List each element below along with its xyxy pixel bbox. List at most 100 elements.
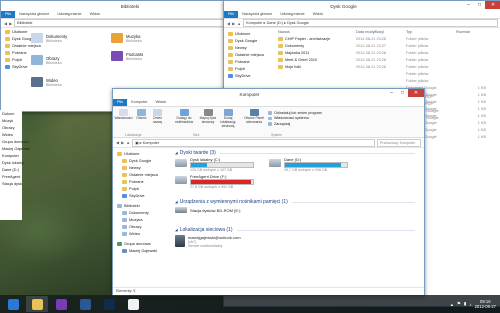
back-arrow-icon[interactable]: ◀ [227,21,230,26]
nav-item[interactable]: FreeAgent [0,173,22,180]
nav-item[interactable]: Pulpit [1,56,23,63]
toolbar-button[interactable]: Zmień nazwę [149,109,166,125]
computer-window[interactable]: Komputer – □ ✕ Plik Komputer Widok Właściw… [112,88,425,296]
ribbon-tab-2[interactable]: Udostępnianie [53,11,85,18]
taskbar-button[interactable] [2,296,24,312]
ribbon-tab-1[interactable]: Narzędzia główne [238,11,276,18]
file-row[interactable]: Folder plików [278,70,500,77]
google-drive-address-bar[interactable]: ◀ ▶ ▲ Komputer ▸ Dane (D:) ▸ Dysk Google [224,19,500,28]
ribbon-tab-2[interactable]: Udostępnianie [276,11,308,18]
forward-arrow-icon[interactable]: ▶ [232,21,235,26]
nav-item[interactable]: Komputer [0,152,22,159]
file-row[interactable]: Dokumenty 2012-08-21 23:27 Folder plików [278,42,500,49]
system-link[interactable]: Zarządzaj [268,121,322,127]
column-header[interactable]: Nazwa [278,30,356,34]
ribbon-tab-1[interactable]: Komputer [127,99,151,106]
nav-item[interactable]: Pobrane [224,58,276,65]
taskbar-button[interactable] [50,296,72,312]
nav-item[interactable]: Ostatnie miejsca [113,171,171,178]
file-row[interactable]: Moje folki 2012-08-21 23:28 Folder plików [278,63,500,70]
maximize-icon[interactable]: □ [474,1,485,9]
section-header[interactable]: ◢ Urządzenia z wymiennymi nośnikami pamię… [175,199,415,205]
toolbar-button[interactable]: Mapuj dysk sieciowy [197,109,219,125]
taskbar-button[interactable] [74,296,96,312]
nav-item[interactable]: Ostatnie miejsca [1,42,41,49]
nav-item[interactable]: Muzyk [0,117,22,124]
drive-tile[interactable]: Dysk lokalny (C:) 125 GB wolnych z 167 GB [175,157,254,172]
file-row[interactable]: Majówka 2011 2012-08-21 23:28 Folder plikó… [278,49,500,56]
library-tile[interactable]: Dokumenty Biblioteka [31,33,67,43]
taskbar-button[interactable] [98,296,120,312]
nav-item[interactable]: Wideo [0,131,22,138]
nav-item[interactable]: Ulubione [113,150,171,157]
nav-item[interactable]: Obrazy [113,223,171,230]
nav-item[interactable]: Obrazy [0,124,22,131]
nav-item[interactable]: Dane (D:) [0,166,22,173]
nav-item[interactable]: Grupa domowa [0,138,29,145]
nav-item[interactable]: Pobrane [113,178,171,185]
nav-item[interactable]: Maciej Gajewski [0,145,30,152]
ribbon-tab-0[interactable]: Plik [224,11,239,18]
nav-item[interactable]: SkyDrive [113,192,171,199]
back-arrow-icon[interactable]: ◀ [116,140,119,145]
nav-item[interactable]: Grupa domowa [113,240,171,247]
drive-tile[interactable]: Dane (D:) 28,7 GB wolnych z 298 GB [269,157,348,172]
maximize-icon[interactable]: □ [397,89,408,97]
close-icon[interactable]: ✕ [408,89,424,97]
tray-arrow-icon[interactable]: ▲ [450,302,454,307]
toolbar-button[interactable]: Otwórz [133,109,150,121]
computer-titlebar[interactable]: Komputer – □ ✕ [113,89,424,99]
taskbar-button[interactable] [26,296,48,312]
up-arrow-icon[interactable]: ▲ [237,21,241,26]
nav-item[interactable]: Ulubione [224,30,276,37]
section-header[interactable]: ◢ Dyski twarde (3) [175,150,415,156]
file-row[interactable]: Folder plików [278,77,500,84]
minimize-icon[interactable]: – [463,1,474,9]
nav-item[interactable]: Dysk lokalny [0,159,24,166]
ribbon-tab-1[interactable]: Narzędzia główne [15,11,53,18]
file-row[interactable]: Meet & Greet 2010 2012-08-21 23:28 Folder … [278,56,500,63]
forward-arrow-icon[interactable]: ▶ [9,21,12,26]
nav-item[interactable]: Newsy [224,44,276,51]
library-tile[interactable]: Podcasts Biblioteka [111,51,143,61]
column-header[interactable]: Data modyfikacji [356,30,406,34]
nav-item[interactable]: Dysk Google [1,35,34,42]
nav-item[interactable]: Wideo [113,230,171,237]
flag-icon[interactable]: ⚑ [457,301,461,307]
nav-item[interactable]: Biblioteki [113,202,171,209]
google-drive-titlebar[interactable]: Dysk Google – □ ✕ [224,1,500,11]
address-input[interactable]: Biblioteki [14,19,256,27]
search-input[interactable]: Przeszukaj: Komputer [377,138,421,147]
nav-item[interactable]: Pulpit [113,185,171,192]
back-arrow-icon[interactable]: ◀ [4,21,7,26]
system-link[interactable]: Odinstaluj lub zmień program [268,110,322,116]
toolbar-button[interactable]: Dodaj lokalizację sieciową [217,109,239,128]
ribbon-tab-0[interactable]: Plik [1,11,16,18]
nav-item[interactable]: SkyDrive [224,72,276,79]
library-tile[interactable]: Wideo Biblioteka [31,77,62,87]
libraries-titlebar[interactable]: Biblioteki [1,1,259,11]
library-tile[interactable]: Muzyka Biblioteka [111,33,142,43]
drive-tile[interactable]: FreeAgent Drive (F:) 27,8 GB wolnych z 93… [175,174,254,189]
file-row[interactable]: CHIP Papier - archiwizacje 2012-08-21 23:… [278,35,500,42]
toolbar-button[interactable]: Otwórz Panel sterowania [243,109,265,125]
nav-item[interactable]: Pulpit [224,65,276,72]
network-icon[interactable]: ▮ [464,301,466,307]
network-tile[interactable]: maciejgajewski@outlook.com (vb7) Serwer mu… [175,235,241,248]
minimize-icon[interactable]: – [386,89,397,97]
library-tile[interactable]: Obrazy Biblioteka [31,55,62,65]
nav-item[interactable]: Dysk Google [113,157,171,164]
close-icon[interactable]: ✕ [485,1,500,9]
nav-item[interactable]: Ostatnie miejsca [224,51,276,58]
column-header[interactable]: Typ [406,30,456,34]
column-header[interactable]: Rozmiar [456,30,486,34]
ribbon-tab-3[interactable]: Widok [309,11,328,18]
nav-item[interactable]: Maciej Gajewski [113,247,171,254]
nav-item[interactable]: Stacja dysk [0,180,22,187]
nav-item[interactable]: Dokum [0,110,22,117]
nav-item[interactable]: Ulubione [1,28,27,35]
computer-address-bar[interactable]: ◀ ▶ ▲ ▣ ▸ Komputer Przeszukaj: Komputer [113,138,424,148]
taskbar-button[interactable] [122,296,144,312]
up-arrow-icon[interactable]: ▲ [126,140,130,145]
ribbon-tab-2[interactable]: Widok [152,99,171,106]
